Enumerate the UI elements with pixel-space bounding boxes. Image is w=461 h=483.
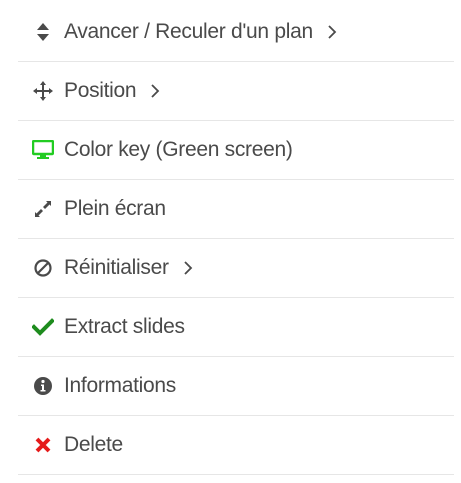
close-icon bbox=[32, 434, 54, 456]
menu-item-reset[interactable]: Réinitialiser bbox=[18, 239, 454, 298]
menu-item-position[interactable]: Position bbox=[18, 62, 454, 121]
menu-item-label: Plein écran bbox=[64, 197, 166, 220]
context-menu: Avancer / Reculer d'un plan Position Col… bbox=[18, 0, 454, 475]
menu-item-color-key[interactable]: Color key (Green screen) bbox=[18, 121, 454, 180]
chevron-right-icon bbox=[150, 81, 162, 101]
menu-item-label: Delete bbox=[64, 433, 123, 456]
menu-item-label: Color key (Green screen) bbox=[64, 138, 293, 161]
check-icon bbox=[32, 316, 54, 338]
menu-item-label: Réinitialiser bbox=[64, 256, 169, 279]
menu-item-label: Position bbox=[64, 79, 137, 102]
monitor-icon bbox=[32, 139, 54, 161]
menu-item-label: Extract slides bbox=[64, 315, 185, 338]
sort-icon bbox=[32, 21, 54, 43]
menu-item-fullscreen[interactable]: Plein écran bbox=[18, 180, 454, 239]
ban-icon bbox=[32, 257, 54, 279]
info-icon bbox=[32, 375, 54, 397]
menu-item-label: Avancer / Reculer d'un plan bbox=[64, 20, 313, 43]
menu-item-extract-slides[interactable]: Extract slides bbox=[18, 298, 454, 357]
menu-item-label: Informations bbox=[64, 374, 176, 397]
chevron-right-icon bbox=[183, 258, 195, 278]
menu-item-informations[interactable]: Informations bbox=[18, 357, 454, 416]
menu-item-arrange[interactable]: Avancer / Reculer d'un plan bbox=[18, 3, 454, 62]
chevron-right-icon bbox=[327, 22, 339, 42]
move-icon bbox=[32, 80, 54, 102]
expand-icon bbox=[32, 198, 54, 220]
menu-item-delete[interactable]: Delete bbox=[18, 416, 454, 475]
